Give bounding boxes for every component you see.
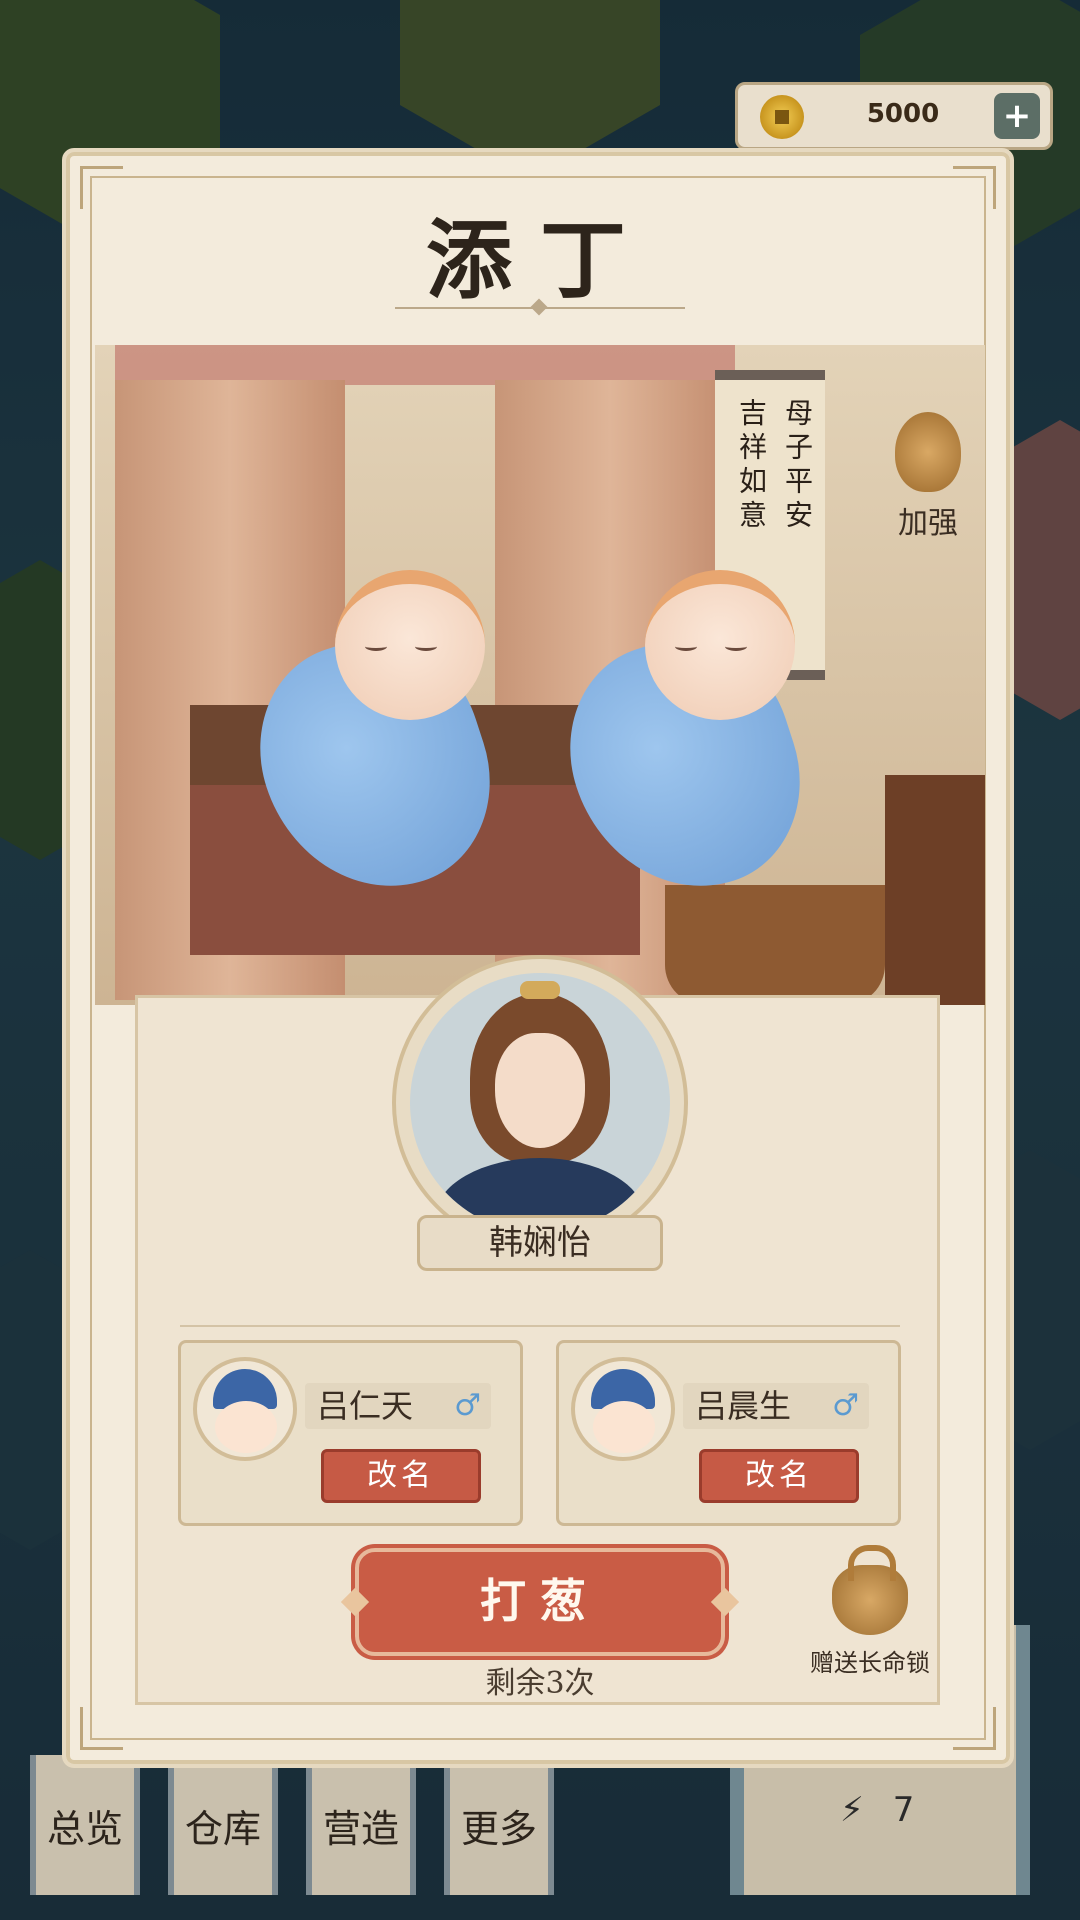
coin-counter: 5000 + bbox=[735, 82, 1053, 150]
swaddled-baby bbox=[231, 570, 519, 918]
corner-ornament bbox=[80, 1707, 123, 1750]
coin-icon bbox=[760, 95, 804, 139]
child-card: 吕仁天 ♂ 改名 bbox=[178, 1340, 523, 1526]
remaining-count: 剩余3次 bbox=[485, 1666, 595, 1701]
hairpin-ornament bbox=[520, 981, 560, 999]
coin-value: 5000 bbox=[866, 99, 940, 129]
lightning-icon: ⚡ bbox=[840, 1790, 864, 1830]
longevity-lock-icon bbox=[832, 1545, 908, 1635]
nav-build-button[interactable]: 营造 bbox=[306, 1755, 416, 1895]
male-icon: ♂ bbox=[832, 1388, 859, 1423]
side-cabinet bbox=[885, 775, 985, 1005]
portrait-face bbox=[495, 1033, 585, 1148]
nav-more-button[interactable]: 更多 bbox=[444, 1755, 554, 1895]
child-name: 吕晨生 bbox=[695, 1387, 792, 1425]
baby-head bbox=[335, 570, 485, 720]
corner-ornament bbox=[953, 1707, 996, 1750]
boost-button[interactable]: 加强 bbox=[888, 412, 968, 542]
male-icon: ♂ bbox=[454, 1388, 481, 1423]
gift-label: 赠送长命锁 bbox=[810, 1649, 930, 1677]
rename-button[interactable]: 改名 bbox=[321, 1449, 481, 1503]
nav-overview-button[interactable]: 总览 bbox=[30, 1755, 140, 1895]
birth-scene-illustration: 母子平安 吉祥如意 bbox=[95, 345, 985, 1005]
boost-label: 加强 bbox=[898, 506, 958, 541]
panel-divider bbox=[180, 1325, 900, 1327]
rename-button[interactable]: 改名 bbox=[699, 1449, 859, 1503]
gift-longevity-lock-button[interactable]: 赠送长命锁 bbox=[800, 1545, 940, 1678]
dialog-title: 添丁 bbox=[426, 210, 654, 311]
child-name-box: 吕晨生 ♂ bbox=[683, 1383, 869, 1429]
main-action-button[interactable]: 打葱 bbox=[355, 1548, 725, 1656]
gourd-icon bbox=[895, 412, 961, 492]
bed-canopy bbox=[115, 345, 735, 385]
energy-value: 7 bbox=[892, 1790, 915, 1830]
swaddled-baby bbox=[541, 570, 829, 918]
baby-head bbox=[645, 570, 795, 720]
child-card: 吕晨生 ♂ 改名 bbox=[556, 1340, 901, 1526]
wooden-tub bbox=[665, 885, 885, 1005]
child-name: 吕仁天 bbox=[317, 1387, 414, 1425]
child-avatar bbox=[571, 1357, 675, 1461]
energy-counter: ⚡ 7 bbox=[840, 1790, 914, 1830]
scroll-text-left: 吉祥如意 bbox=[735, 398, 768, 534]
child-avatar bbox=[193, 1357, 297, 1461]
child-name-box: 吕仁天 ♂ bbox=[305, 1383, 491, 1429]
nav-warehouse-button[interactable]: 仓库 bbox=[168, 1755, 278, 1895]
mother-portrait bbox=[392, 955, 688, 1251]
mother-name: 韩娴怡 bbox=[417, 1215, 663, 1271]
scroll-text-right: 母子平安 bbox=[781, 398, 814, 534]
add-coins-button[interactable]: + bbox=[994, 93, 1040, 139]
